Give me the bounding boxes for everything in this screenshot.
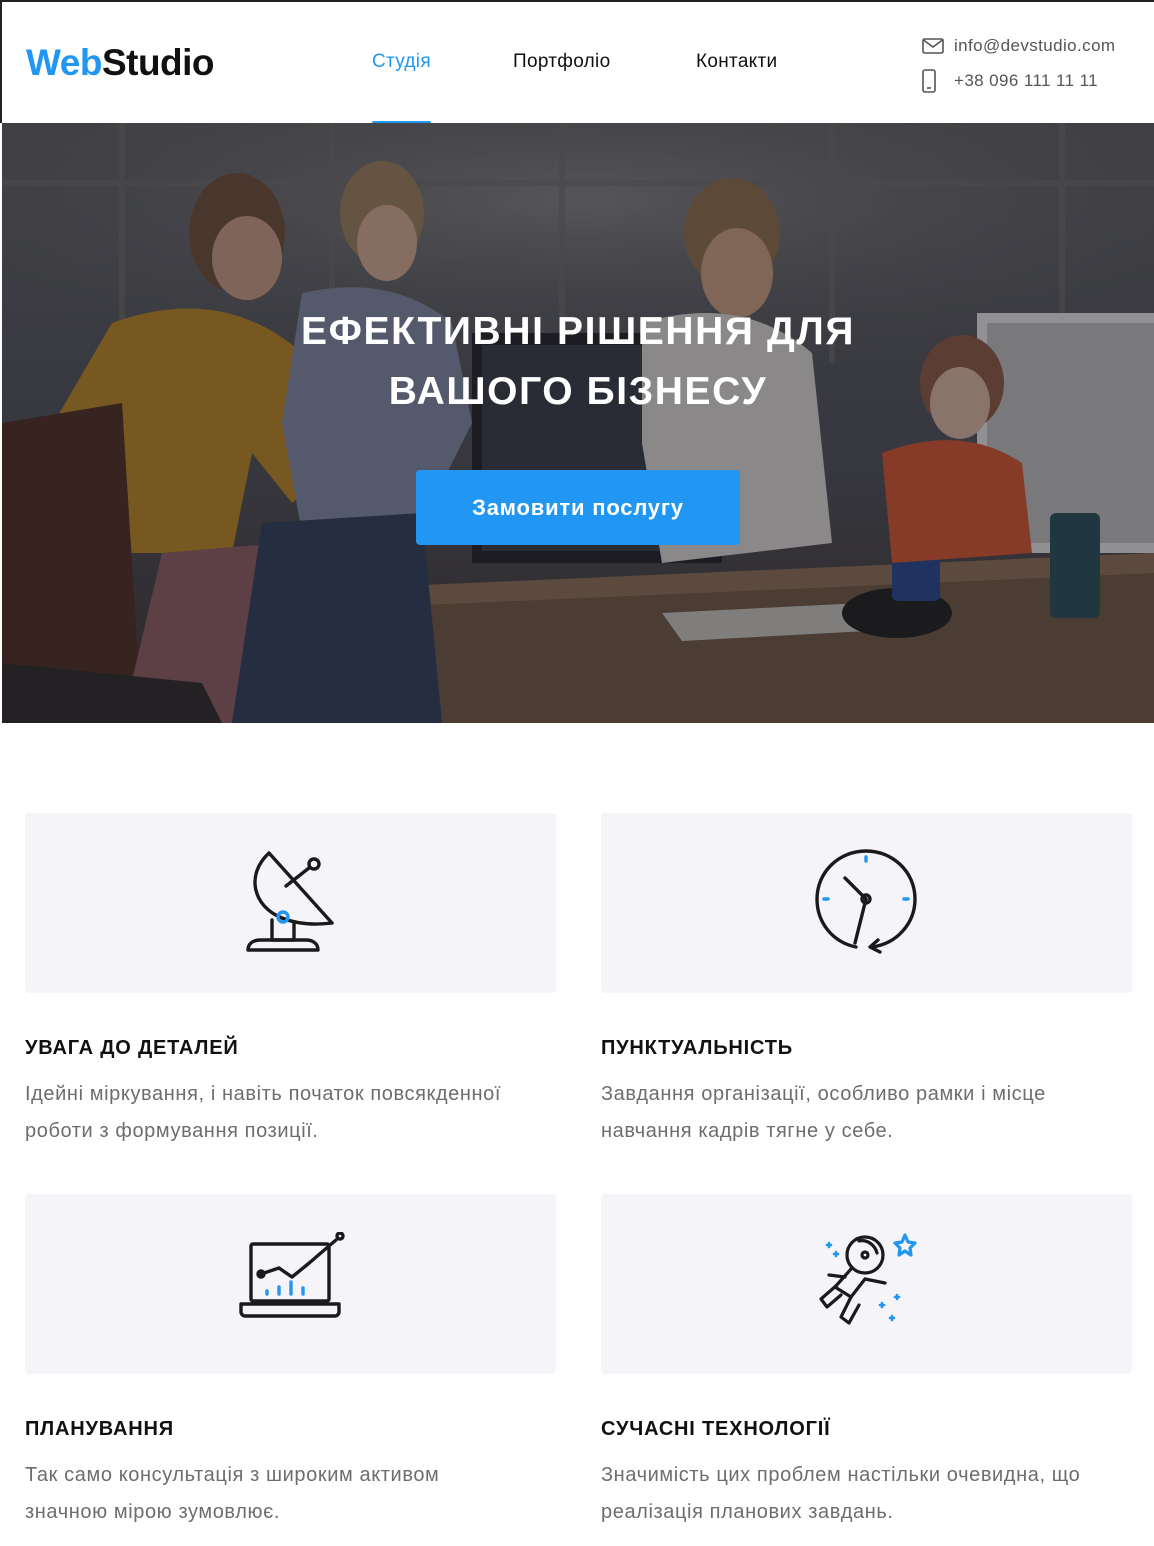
feature-text-punctuality: Завдання організації, особливо рамки і м… — [601, 1076, 1141, 1150]
feature-text-details: Ідейні міркування, і навіть початок повс… — [25, 1076, 565, 1150]
feature-title-technologies: Сучасні технології — [601, 1418, 831, 1440]
astronaut-icon — [807, 1227, 927, 1342]
feature-title-planning: Планування — [25, 1418, 174, 1440]
hero-section: Ефективні рішення для вашого бізнесу Зам… — [2, 123, 1154, 723]
feature-card-details — [25, 813, 556, 993]
clock-icon — [812, 846, 922, 961]
logo-studio: Studio — [101, 42, 215, 83]
feature-text-line: роботи з формування позиції. — [25, 1120, 319, 1142]
feature-card-technologies — [601, 1194, 1132, 1374]
feature-text-line: Завдання організації, особливо рамки і м… — [601, 1083, 1046, 1105]
feature-text-line: Ідейні міркування, і навіть початок повс… — [25, 1083, 502, 1105]
email-link[interactable]: info@devstudio.com — [922, 34, 1132, 58]
nav-item-contacts[interactable]: Контакти — [696, 51, 777, 125]
feature-card-punctuality — [601, 813, 1132, 993]
email-text: info@devstudio.com — [954, 36, 1116, 55]
site-header: WebStudio Студія Портфоліо Контакти info… — [0, 0, 1154, 125]
header-contacts: info@devstudio.com +38 096 111 11 11 — [922, 34, 1132, 104]
feature-text-technologies: Значимість цих проблем настільки очевидн… — [601, 1457, 1141, 1531]
feature-text-line: Так само консультація з широким активом — [25, 1464, 440, 1486]
feature-text-planning: Так само консультація з широким активом … — [25, 1457, 565, 1531]
feature-title-details: Увага до деталей — [25, 1037, 239, 1059]
feature-text-line: реалізація планових завдань. — [601, 1501, 894, 1523]
feature-card-planning — [25, 1194, 556, 1374]
nav-item-studio[interactable]: Студія — [372, 51, 431, 125]
hero-background-image — [2, 123, 1154, 723]
laptop-chart-icon — [236, 1230, 346, 1337]
feature-text-line: значною мірою зумовлює. — [25, 1501, 281, 1523]
feature-title-punctuality: Пунктуальність — [601, 1037, 793, 1059]
order-service-button[interactable]: Замовити послугу — [416, 470, 740, 545]
satellite-dish-icon — [236, 846, 346, 961]
phone-icon — [922, 69, 954, 93]
feature-text-line: Значимість цих проблем настільки очевидн… — [601, 1464, 1081, 1486]
nav-item-portfolio[interactable]: Портфоліо — [513, 51, 610, 125]
phone-text: +38 096 111 11 11 — [954, 71, 1099, 90]
feature-text-line: навчання кадрів тягне у себе. — [601, 1120, 894, 1142]
hero-title-line2: вашого бізнесу — [388, 370, 768, 413]
logo[interactable]: WebStudio — [26, 40, 215, 86]
logo-web: Web — [26, 42, 102, 83]
mail-icon — [922, 38, 954, 54]
hero-title-line1: Ефективні рішення для — [301, 310, 855, 353]
phone-link[interactable]: +38 096 111 11 11 — [922, 69, 1132, 93]
